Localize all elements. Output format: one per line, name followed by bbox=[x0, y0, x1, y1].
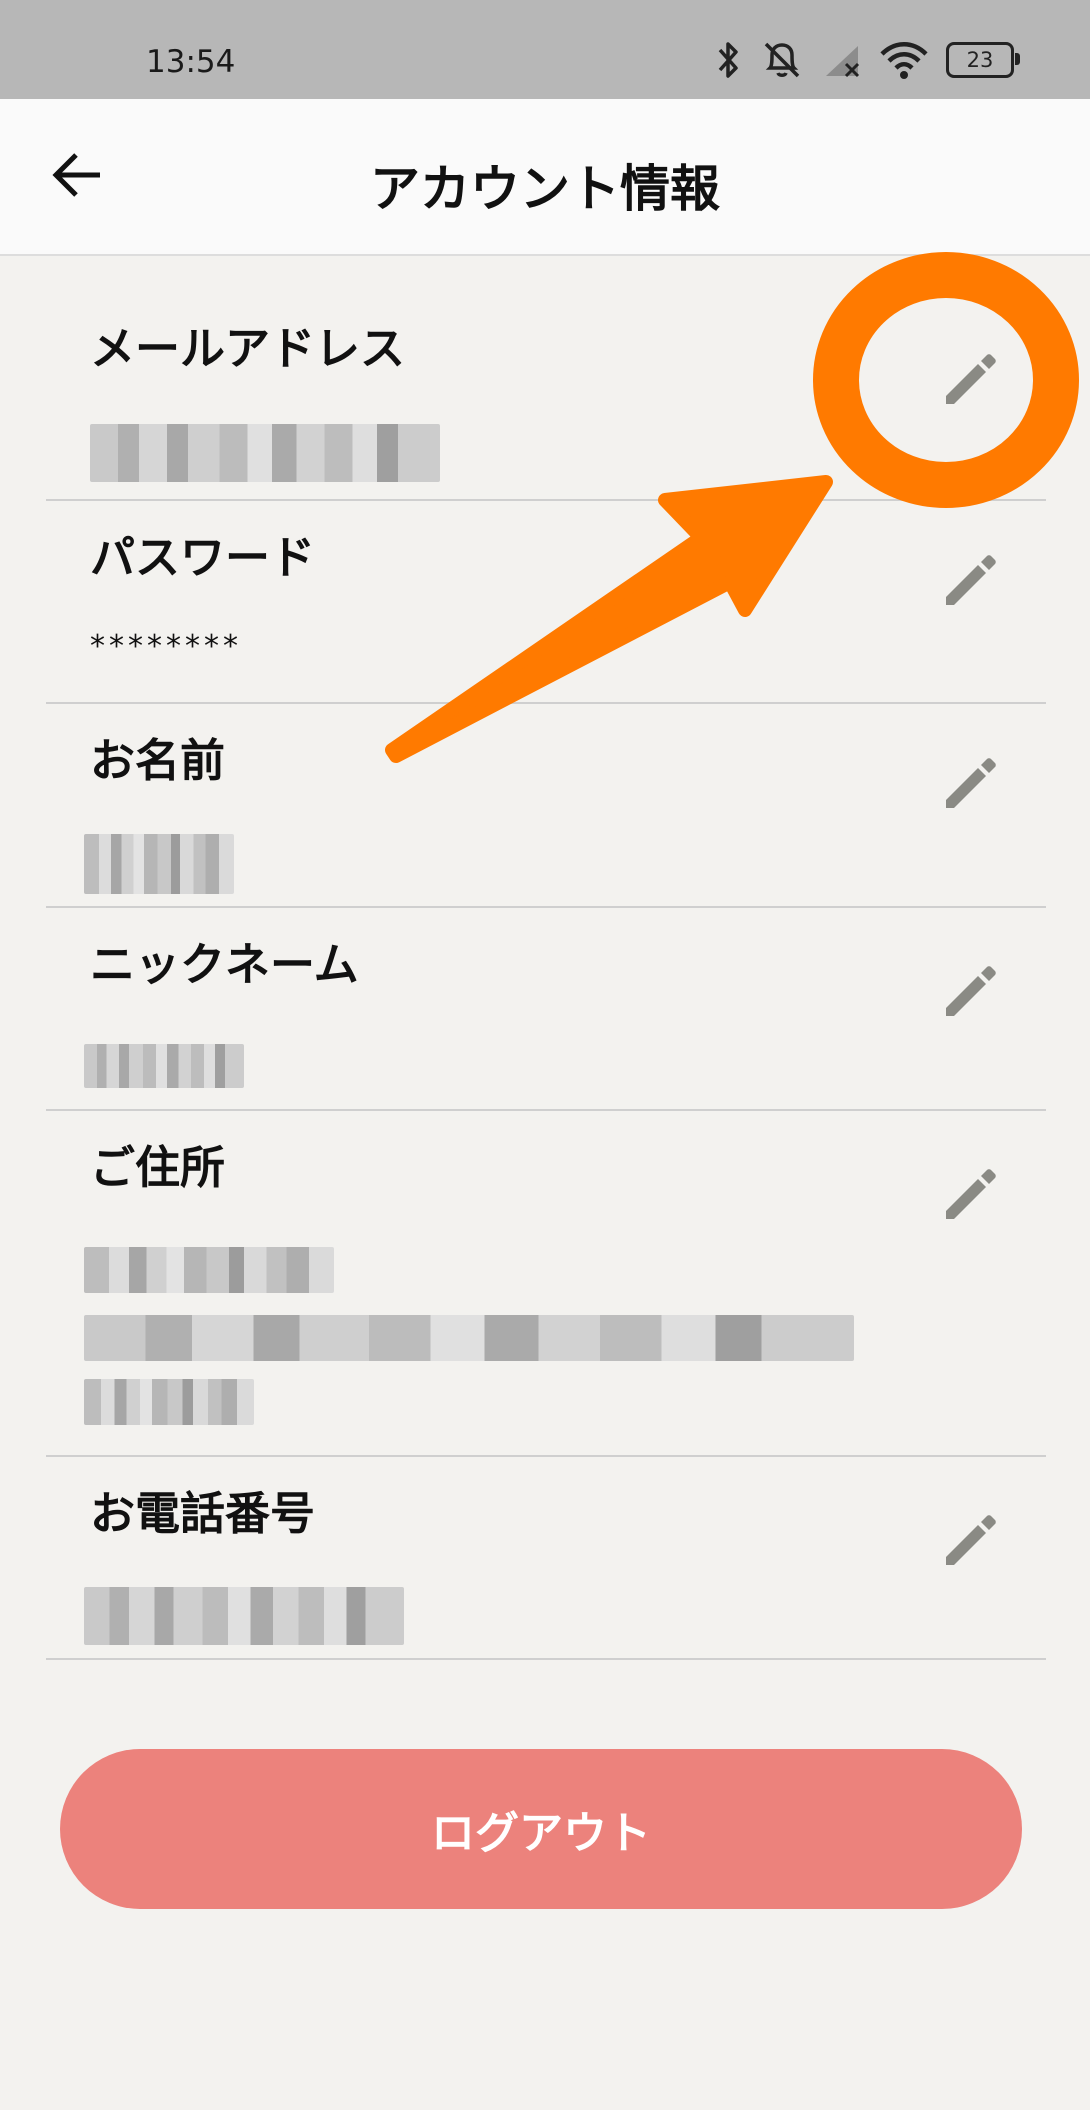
pencil-icon[interactable] bbox=[936, 1161, 1000, 1225]
field-value-phone-masked bbox=[84, 1587, 404, 1645]
field-value-address-line1-masked bbox=[84, 1247, 334, 1293]
field-label-phone: お電話番号 bbox=[90, 1487, 316, 1540]
field-value-address-line2-masked bbox=[84, 1315, 854, 1361]
wifi-icon bbox=[880, 42, 928, 79]
field-label-email: メールアドレス bbox=[90, 322, 406, 375]
pencil-icon[interactable] bbox=[936, 958, 1000, 1022]
signal-icon bbox=[826, 46, 860, 78]
app-header: アカウント情報 bbox=[0, 99, 1090, 256]
status-icons: 23 bbox=[716, 40, 1020, 80]
field-address: ご住所 bbox=[46, 1109, 1046, 1457]
page-title: アカウント情報 bbox=[370, 160, 720, 218]
field-label-name: お名前 bbox=[90, 734, 226, 787]
pencil-icon[interactable] bbox=[936, 346, 1000, 410]
bluetooth-icon bbox=[718, 42, 738, 78]
field-value-password: ******** bbox=[90, 629, 242, 664]
status-time: 13:54 bbox=[146, 44, 236, 80]
field-value-nickname-masked bbox=[84, 1044, 244, 1088]
field-password: パスワード ******** bbox=[46, 499, 1046, 704]
field-value-name-masked bbox=[84, 834, 234, 894]
field-phone: お電話番号 bbox=[46, 1455, 1046, 1660]
field-label-nickname: ニックネーム bbox=[90, 938, 359, 991]
battery-icon: 23 bbox=[946, 42, 1020, 78]
logout-button[interactable]: ログアウト bbox=[60, 1749, 1022, 1909]
pencil-icon[interactable] bbox=[936, 750, 1000, 814]
field-email: メールアドレス bbox=[46, 254, 1046, 501]
status-bar: 13:54 23 bbox=[0, 0, 1090, 99]
field-value-email-masked bbox=[90, 424, 440, 482]
mute-icon bbox=[764, 42, 800, 78]
pencil-icon[interactable] bbox=[936, 1507, 1000, 1571]
field-name: お名前 bbox=[46, 702, 1046, 908]
field-label-address: ご住所 bbox=[90, 1141, 226, 1194]
field-value-address-line3-masked bbox=[84, 1379, 254, 1425]
battery-level: 23 bbox=[966, 48, 994, 72]
field-label-password: パスワード bbox=[90, 531, 316, 584]
pencil-icon[interactable] bbox=[936, 547, 1000, 611]
field-nickname: ニックネーム bbox=[46, 906, 1046, 1111]
